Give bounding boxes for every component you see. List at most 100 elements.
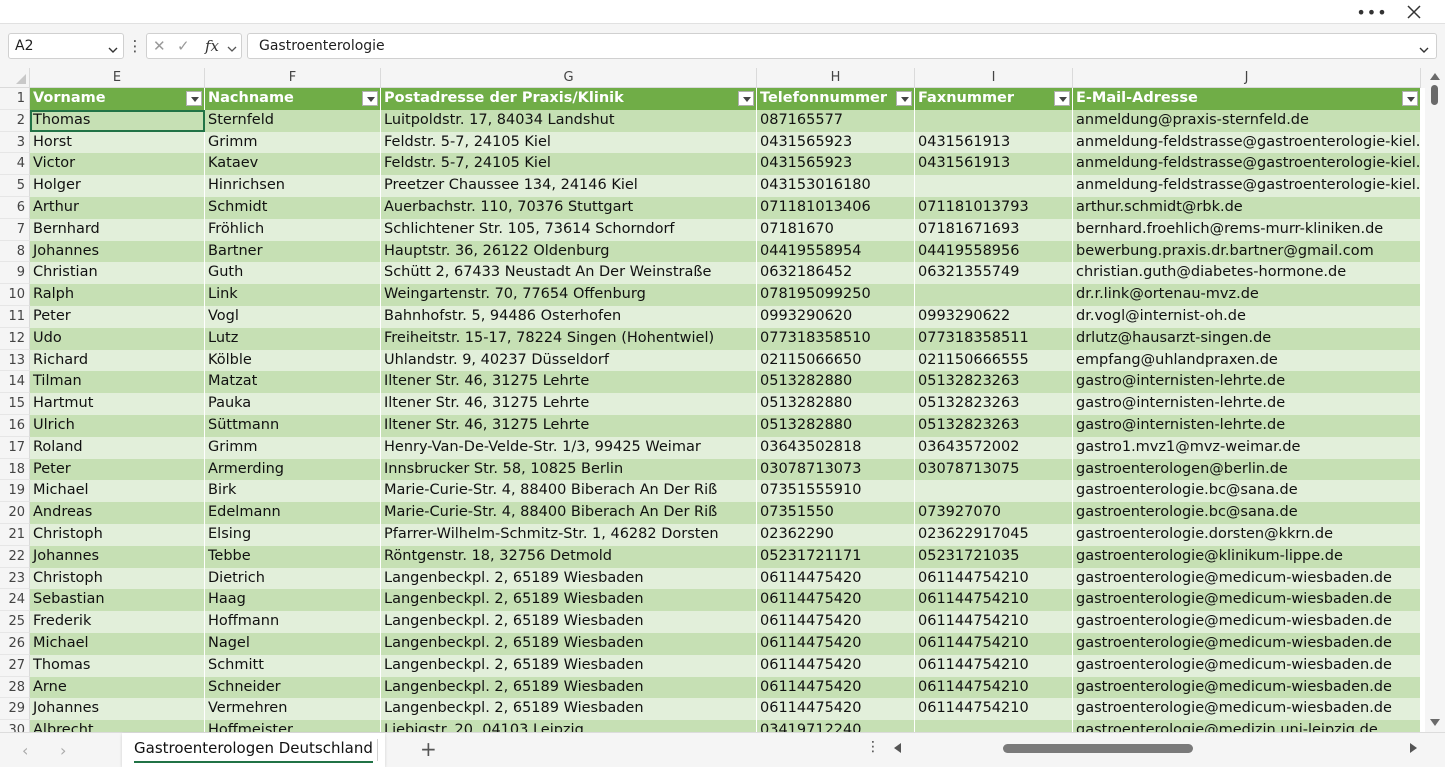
cell-postadresse[interactable]: Uhlandstr. 9, 40237 Düsseldorf xyxy=(381,349,757,372)
cell-nachname[interactable]: Schmidt xyxy=(205,197,381,219)
cell-vorname[interactable]: Bernhard xyxy=(30,218,205,241)
cell-telefon[interactable]: 087165577 xyxy=(757,109,915,132)
cell-fax[interactable]: 071181013793 xyxy=(915,197,1073,219)
cell-fax[interactable]: 03078713075 xyxy=(915,458,1073,481)
check-icon[interactable]: ✓ xyxy=(177,37,190,55)
cell-email[interactable]: dr.vogl@internist-oh.de xyxy=(1073,306,1421,328)
cell-fax[interactable]: 05132823263 xyxy=(915,415,1073,437)
cell-email[interactable]: bewerbung.praxis.dr.bartner@gmail.com xyxy=(1073,240,1421,263)
cell-nachname[interactable]: Kölble xyxy=(205,349,381,372)
formula-bar-options-icon[interactable]: ⋮ xyxy=(128,36,143,56)
filter-dropdown-icon[interactable] xyxy=(896,91,912,106)
cell-telefon[interactable]: 078195099250 xyxy=(757,284,915,306)
close-icon[interactable] xyxy=(1399,0,1429,24)
cell-vorname[interactable]: Frederik xyxy=(30,611,205,633)
cell-telefon[interactable]: 0632186452 xyxy=(757,262,915,285)
cell-nachname[interactable]: Süttmann xyxy=(205,415,381,437)
cell-postadresse[interactable]: Feldstr. 5-7, 24105 Kiel xyxy=(381,153,757,176)
cell-vorname[interactable]: Victor xyxy=(30,153,205,176)
cell-fax[interactable]: 0993290622 xyxy=(915,306,1073,328)
cell-nachname[interactable]: Pauka xyxy=(205,393,381,415)
insert-function-icon[interactable]: fx xyxy=(205,37,219,55)
cell-vorname[interactable]: Johannes xyxy=(30,545,205,568)
cell-email[interactable]: gastroenterologie@medicum-wiesbaden.de xyxy=(1073,676,1421,699)
scroll-down-icon[interactable] xyxy=(1430,719,1440,726)
cell-email[interactable]: anmeldung-feldstrasse@gastroenterologie-… xyxy=(1073,131,1421,154)
cell-email[interactable]: gastroenterologie@medicum-wiesbaden.de xyxy=(1073,589,1421,612)
cell-vorname[interactable]: Ulrich xyxy=(30,415,205,437)
cell-fax[interactable]: 023622917045 xyxy=(915,524,1073,546)
column-header-e[interactable]: E xyxy=(30,68,205,88)
cell-telefon[interactable]: 06114475420 xyxy=(757,589,915,612)
formula-input[interactable]: Gastroenterologie xyxy=(247,33,1437,59)
cell-postadresse[interactable]: Röntgenstr. 18, 32756 Detmold xyxy=(381,545,757,568)
cell-vorname[interactable]: Christoph xyxy=(30,567,205,590)
cell-telefon[interactable]: 0513282880 xyxy=(757,393,915,415)
cell-nachname[interactable]: Birk xyxy=(205,480,381,503)
cell-email[interactable]: gastroenterologie@medicum-wiesbaden.de xyxy=(1073,654,1421,677)
cell-email[interactable]: gastroenterologie@medizin.uni-leipzig.de xyxy=(1073,720,1421,732)
row-number[interactable]: 19 xyxy=(0,480,30,503)
previous-sheet-icon[interactable]: ‹ xyxy=(22,741,28,760)
scroll-left-icon[interactable] xyxy=(894,743,901,753)
cell-fax[interactable]: 05231721035 xyxy=(915,545,1073,568)
cell-fax[interactable]: 073927070 xyxy=(915,502,1073,524)
cell-email[interactable]: drlutz@hausarzt-singen.de xyxy=(1073,327,1421,350)
cell-postadresse[interactable]: Pfarrer-Wilhelm-Schmitz-Str. 1, 46282 Do… xyxy=(381,524,757,546)
cell-nachname[interactable]: Matzat xyxy=(205,371,381,394)
cell-vorname[interactable]: Roland xyxy=(30,436,205,459)
name-box[interactable]: A2 xyxy=(8,33,124,59)
cell-fax[interactable]: 06321355749 xyxy=(915,262,1073,285)
cell-postadresse[interactable]: Langenbeckpl. 2, 65189 Wiesbaden xyxy=(381,698,757,721)
cell-nachname[interactable]: Fröhlich xyxy=(205,218,381,241)
cell-nachname[interactable]: Vogl xyxy=(205,306,381,328)
cell-vorname[interactable]: Michael xyxy=(30,480,205,503)
header-cell-postadresse[interactable]: Postadresse der Praxis/Klinik xyxy=(381,88,757,110)
function-chevron-icon[interactable] xyxy=(227,40,237,58)
row-number[interactable]: 11 xyxy=(0,306,30,328)
cell-vorname[interactable]: Arne xyxy=(30,676,205,699)
row-number[interactable]: 13 xyxy=(0,349,30,372)
sheet-options-icon[interactable]: ⋮ xyxy=(866,739,880,755)
cell-telefon[interactable]: 07351550 xyxy=(757,502,915,524)
cell-email[interactable]: gastroenterologie.bc@sana.de xyxy=(1073,502,1421,524)
cell-telefon[interactable]: 06114475420 xyxy=(757,633,915,655)
cell-telefon[interactable]: 071181013406 xyxy=(757,197,915,219)
select-all-corner[interactable] xyxy=(0,68,30,88)
row-number[interactable]: 17 xyxy=(0,436,30,459)
cancel-icon[interactable]: ✕ xyxy=(153,37,166,55)
row-number[interactable]: 28 xyxy=(0,676,30,699)
cell-telefon[interactable]: 043153016180 xyxy=(757,175,915,197)
cell-email[interactable]: gastro@internisten-lehrte.de xyxy=(1073,371,1421,394)
cell-vorname[interactable]: Arthur xyxy=(30,197,205,219)
cell-postadresse[interactable]: Schütt 2, 67433 Neustadt An Der Weinstra… xyxy=(381,262,757,285)
cell-email[interactable]: dr.r.link@ortenau-mvz.de xyxy=(1073,284,1421,306)
row-number[interactable]: 10 xyxy=(0,284,30,306)
row-number[interactable]: 3 xyxy=(0,131,30,154)
cell-nachname[interactable]: Nagel xyxy=(205,633,381,655)
cell-telefon[interactable]: 06114475420 xyxy=(757,676,915,699)
cell-postadresse[interactable]: Hauptstr. 36, 26122 Oldenburg xyxy=(381,240,757,263)
cell-nachname[interactable]: Schmitt xyxy=(205,654,381,677)
header-cell-vorname[interactable]: Vorname xyxy=(30,88,205,110)
cell-telefon[interactable]: 03643502818 xyxy=(757,436,915,459)
cell-email[interactable]: empfang@uhlandpraxen.de xyxy=(1073,349,1421,372)
cell-nachname[interactable]: Edelmann xyxy=(205,502,381,524)
cell-postadresse[interactable]: Langenbeckpl. 2, 65189 Wiesbaden xyxy=(381,676,757,699)
cell-fax[interactable]: 061144754210 xyxy=(915,698,1073,721)
cell-nachname[interactable]: Schneider xyxy=(205,676,381,699)
cell-email[interactable]: gastroenterologie.bc@sana.de xyxy=(1073,480,1421,503)
cell-nachname[interactable]: Grimm xyxy=(205,131,381,154)
cell-email[interactable]: gastroenterologie@klinikum-lippe.de xyxy=(1073,545,1421,568)
cell-fax[interactable]: 061144754210 xyxy=(915,611,1073,633)
cell-email[interactable]: anmeldung@praxis-sternfeld.de xyxy=(1073,109,1421,132)
cell-vorname[interactable]: Thomas xyxy=(30,109,205,132)
cell-fax[interactable]: 021150666555 xyxy=(915,349,1073,372)
cell-nachname[interactable]: Haag xyxy=(205,589,381,612)
row-number[interactable]: 23 xyxy=(0,567,30,590)
cell-telefon[interactable]: 05231721171 xyxy=(757,545,915,568)
filter-dropdown-icon[interactable] xyxy=(186,91,202,106)
cell-postadresse[interactable]: Preetzer Chaussee 134, 24146 Kiel xyxy=(381,175,757,197)
cell-nachname[interactable]: Hinrichsen xyxy=(205,175,381,197)
row-number[interactable]: 1 xyxy=(0,88,30,110)
